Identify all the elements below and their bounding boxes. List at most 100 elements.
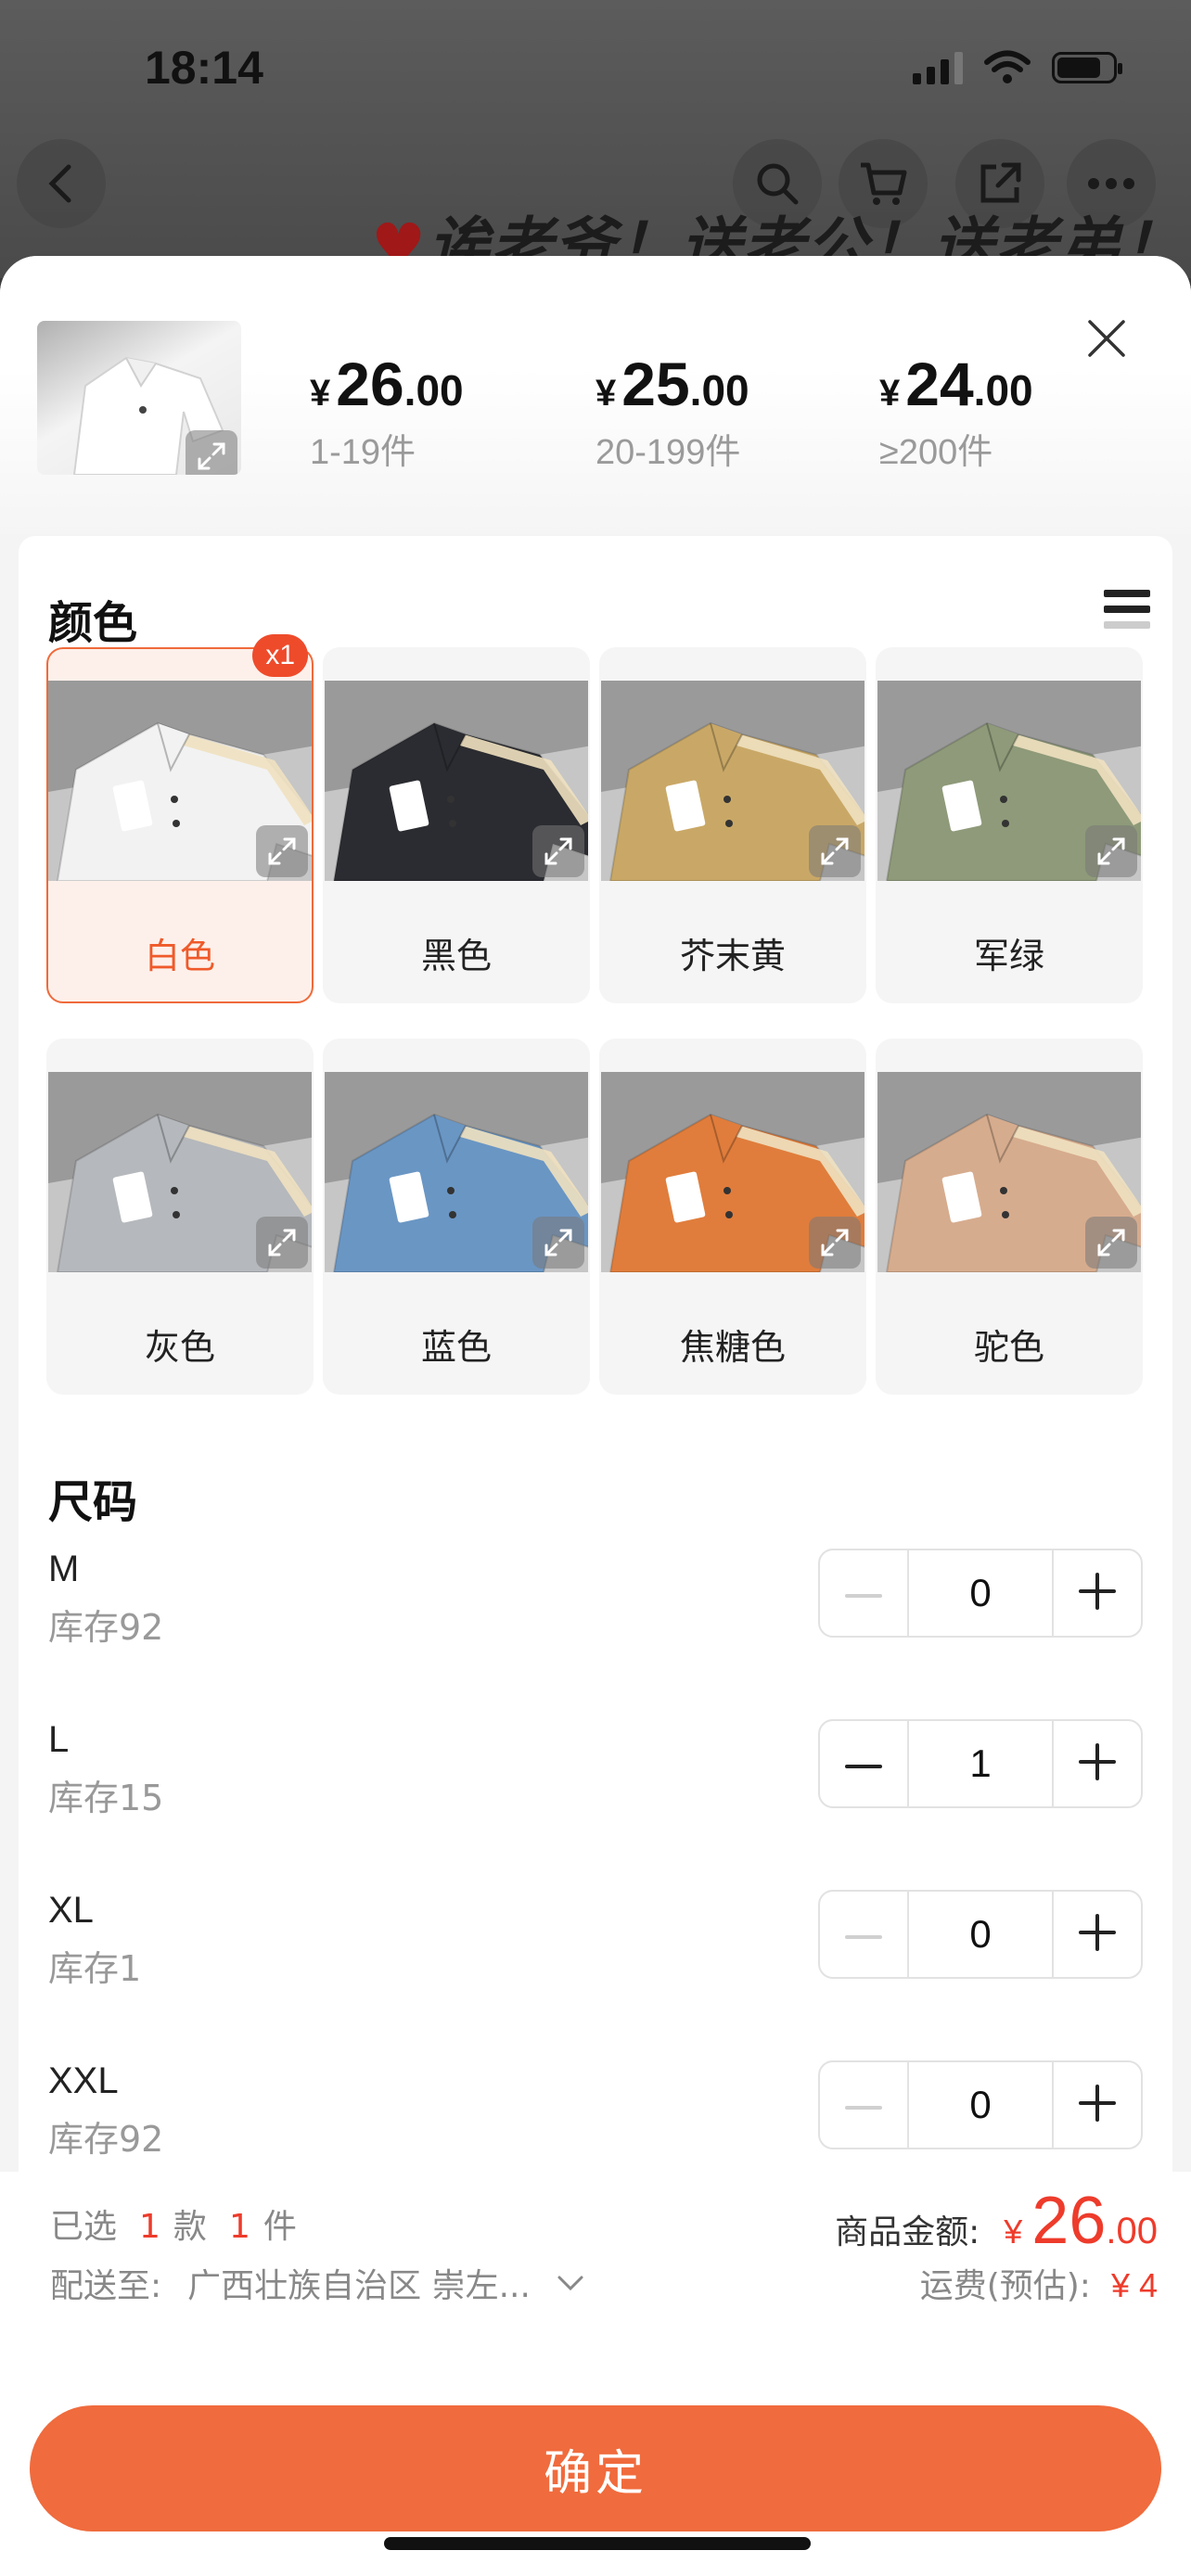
expand-icon[interactable] bbox=[809, 825, 861, 877]
fee-value: ¥ 4 bbox=[1110, 2266, 1158, 2304]
color-option-label: 驼色 bbox=[973, 1327, 1044, 1368]
color-section-title: 颜色 bbox=[48, 597, 138, 649]
selected-prefix: 已选 bbox=[50, 2208, 118, 2246]
tier-price-int: 26 bbox=[336, 350, 404, 418]
quantity-stepper: 0 bbox=[818, 1549, 1143, 1638]
tier-price: ¥26.00 bbox=[310, 349, 464, 419]
chevron-left-icon bbox=[48, 164, 71, 203]
selected-styles-count: 1 bbox=[139, 2208, 160, 2246]
color-option[interactable]: 蓝色 bbox=[323, 1039, 590, 1395]
size-row: M 库存92 0 bbox=[19, 1549, 1172, 1660]
tier-price-int: 24 bbox=[905, 350, 974, 418]
close-icon bbox=[1088, 320, 1125, 357]
chevron-down-icon bbox=[557, 2276, 583, 2291]
plus-icon bbox=[1079, 1743, 1116, 1784]
tier-price: ¥25.00 bbox=[596, 349, 749, 419]
size-row: XXL 库存92 0 bbox=[19, 2060, 1172, 2172]
order-footer: 已选 1 款 1 件 配送至: 广西壮族自治区 崇左... 商品金额: ¥ 26 .00… bbox=[0, 2172, 1191, 2576]
back-button[interactable] bbox=[17, 139, 106, 228]
list-view-icon[interactable] bbox=[1104, 586, 1150, 632]
quantity-input[interactable]: 0 bbox=[907, 1550, 1054, 1636]
tier-price: ¥24.00 bbox=[879, 349, 1033, 419]
expand-icon[interactable] bbox=[1085, 1217, 1137, 1269]
status-icons bbox=[913, 50, 1122, 85]
tier-price-int: 25 bbox=[621, 350, 690, 418]
size-row: XL 库存1 0 bbox=[19, 1890, 1172, 2001]
color-option[interactable]: 芥末黄 bbox=[599, 647, 866, 1003]
decrement-button[interactable] bbox=[820, 1721, 907, 1806]
page-backdrop: 18:14 ♥诶老爷！送老公！送老弟！ bbox=[0, 0, 1191, 278]
size-section-title: 尺码 bbox=[48, 1476, 138, 1528]
increment-button[interactable] bbox=[1054, 1721, 1141, 1806]
quantity-stepper: 0 bbox=[818, 1890, 1143, 1979]
shipping-fee: 运费(预估): ¥ 4 bbox=[920, 2259, 1158, 2307]
color-option-label: 芥末黄 bbox=[679, 936, 786, 976]
selected-items-count: 1 bbox=[228, 2208, 250, 2246]
color-option-label: 白色 bbox=[144, 936, 215, 976]
ship-address: 广西壮族自治区 崇左... bbox=[187, 2267, 531, 2305]
color-option[interactable]: 灰色 bbox=[46, 1039, 314, 1395]
expand-icon[interactable] bbox=[1085, 825, 1137, 877]
minus-icon bbox=[845, 2097, 882, 2114]
size-name: XL bbox=[48, 1890, 94, 1931]
increment-button[interactable] bbox=[1054, 2062, 1141, 2148]
wifi-icon bbox=[984, 50, 1031, 83]
expand-icon[interactable] bbox=[532, 1217, 584, 1269]
order-total: 商品金额: ¥ 26 .00 bbox=[835, 2183, 1158, 2259]
total-dec: .00 bbox=[1106, 2211, 1158, 2251]
status-time: 18:14 bbox=[145, 42, 263, 94]
color-grid: 白色 x1 黑色 芥末黄 军绿灰色 蓝色 焦糖色 驼色 bbox=[46, 634, 1146, 1395]
plus-icon bbox=[1079, 1573, 1116, 1613]
plus-icon bbox=[1079, 2085, 1116, 2125]
ship-label: 配送至: bbox=[50, 2267, 162, 2305]
tier-range: 20-199件 bbox=[596, 433, 741, 472]
styles-unit: 款 bbox=[173, 2208, 207, 2246]
size-stock: 库存92 bbox=[48, 2119, 164, 2160]
color-option-label: 军绿 bbox=[973, 936, 1044, 976]
sheet-header: ¥26.00 1-19件 ¥25.00 20-199件 ¥24.00 ≥200件 bbox=[0, 256, 1191, 534]
thumbnail-expand-icon[interactable] bbox=[186, 430, 237, 475]
shipping-address[interactable]: 配送至: 广西壮族自治区 崇左... bbox=[50, 2259, 584, 2307]
color-option[interactable]: 白色 x1 bbox=[46, 634, 314, 1003]
quantity-input[interactable]: 0 bbox=[907, 1892, 1054, 1977]
expand-icon[interactable] bbox=[256, 1217, 308, 1269]
product-thumbnail[interactable] bbox=[37, 321, 241, 475]
color-option[interactable]: 焦糖色 bbox=[599, 1039, 866, 1395]
home-indicator bbox=[384, 2537, 811, 2550]
confirm-button[interactable]: 确定 bbox=[30, 2405, 1161, 2531]
selection-summary: 已选 1 款 1 件 bbox=[50, 2200, 297, 2248]
total-label: 商品金额: bbox=[835, 2213, 980, 2251]
quantity-input[interactable]: 1 bbox=[907, 1721, 1054, 1806]
close-button[interactable] bbox=[1074, 306, 1139, 371]
minus-icon bbox=[845, 1926, 882, 1944]
tier-price-dec: .00 bbox=[403, 366, 464, 414]
decrement-button[interactable] bbox=[820, 1550, 907, 1636]
color-option[interactable]: 军绿 bbox=[876, 647, 1143, 1003]
tier-range: ≥200件 bbox=[879, 433, 993, 472]
expand-icon[interactable] bbox=[256, 825, 308, 877]
size-name: M bbox=[48, 1549, 80, 1589]
quantity-stepper: 0 bbox=[818, 2060, 1143, 2149]
price-tier: ¥25.00 20-199件 bbox=[596, 349, 749, 474]
sku-sheet: ¥26.00 1-19件 ¥25.00 20-199件 ¥24.00 ≥200件… bbox=[0, 256, 1191, 2576]
color-option[interactable]: 黑色 bbox=[323, 647, 590, 1003]
minus-icon bbox=[845, 1755, 882, 1773]
decrement-button[interactable] bbox=[820, 1892, 907, 1977]
battery-level bbox=[1057, 57, 1101, 78]
quantity-badge: x1 bbox=[252, 634, 308, 677]
expand-icon[interactable] bbox=[809, 1217, 861, 1269]
battery-icon bbox=[1052, 52, 1122, 83]
tier-price-dec: .00 bbox=[689, 366, 749, 414]
size-stock: 库存15 bbox=[48, 1778, 164, 1818]
size-name: L bbox=[48, 1719, 70, 1760]
color-option[interactable]: 驼色 bbox=[876, 1039, 1143, 1395]
increment-button[interactable] bbox=[1054, 1892, 1141, 1977]
minus-icon bbox=[845, 1585, 882, 1602]
increment-button[interactable] bbox=[1054, 1550, 1141, 1636]
size-name: XXL bbox=[48, 2060, 119, 2101]
signal-icon bbox=[913, 51, 963, 84]
quantity-input[interactable]: 0 bbox=[907, 2062, 1054, 2148]
decrement-button[interactable] bbox=[820, 2062, 907, 2148]
expand-icon[interactable] bbox=[532, 825, 584, 877]
tier-currency: ¥ bbox=[596, 373, 617, 414]
